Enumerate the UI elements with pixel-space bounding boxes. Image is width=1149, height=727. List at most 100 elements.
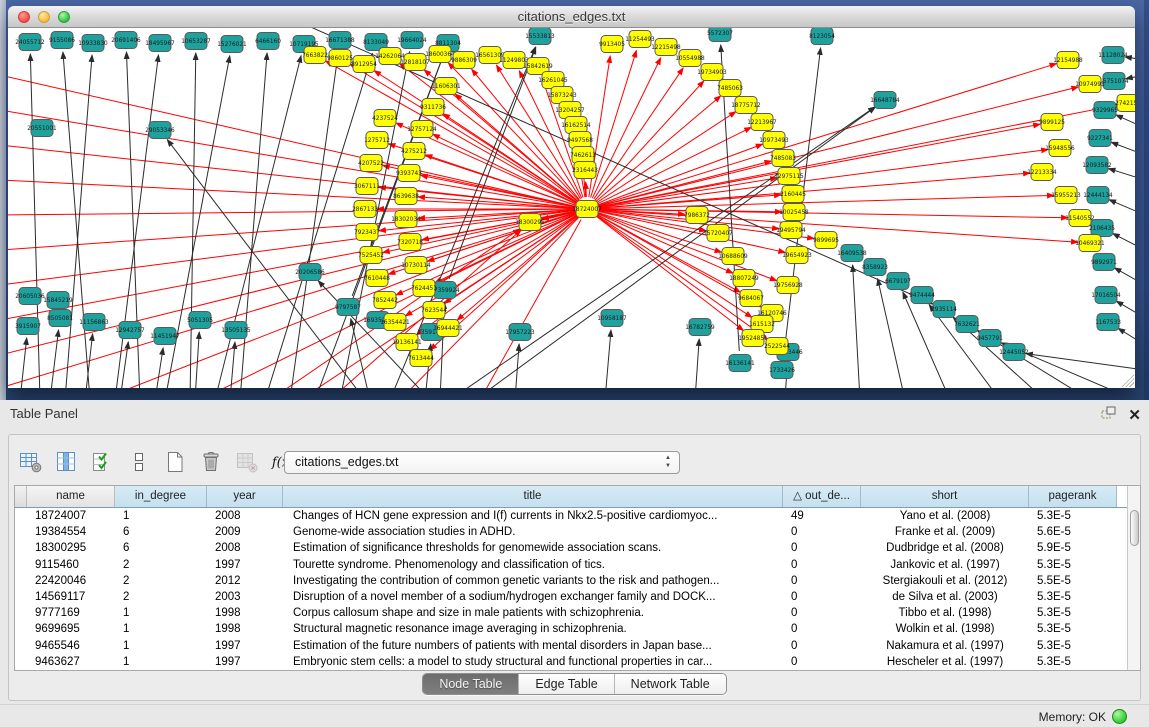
graph-node[interactable]: 15276021: [217, 36, 247, 53]
graph-edge[interactable]: [594, 68, 683, 199]
graph-edge[interactable]: [1108, 169, 1135, 180]
graph-node[interactable]: 5572307: [707, 28, 733, 42]
window-titlebar[interactable]: citations_edges.txt: [8, 6, 1135, 28]
graph-node[interactable]: 9892971: [1091, 254, 1117, 271]
graph-edge[interactable]: [351, 319, 370, 388]
graph-node[interactable]: 7623544: [421, 302, 447, 319]
graph-node[interactable]: 2935114: [931, 301, 957, 318]
graph-edge[interactable]: [30, 54, 40, 388]
tab-network-table[interactable]: Network Table: [615, 674, 726, 694]
table-row[interactable]: 1872400712008Changes of HCN gene express…: [15, 508, 1140, 524]
graph-node[interactable]: 12757124: [407, 121, 437, 138]
graph-edge[interactable]: [450, 107, 875, 388]
graph-node[interactable]: 16136141: [725, 355, 755, 372]
graph-node[interactable]: 16944421: [433, 320, 463, 337]
network-graph-canvas[interactable]: 2405571291550861093383020691406184959671…: [8, 28, 1135, 388]
table-row[interactable]: 1830029562008Estimation of significance …: [15, 540, 1140, 556]
graph-node[interactable]: 12445052: [999, 344, 1029, 361]
graph-edge[interactable]: [155, 348, 163, 388]
graph-node[interactable]: 11606301: [431, 78, 461, 95]
graph-node[interactable]: 10469321: [1075, 235, 1105, 252]
graph-node[interactable]: 18302034: [391, 211, 421, 228]
graph-node[interactable]: 7320718: [397, 234, 423, 251]
graph-node[interactable]: 16261045: [538, 72, 568, 89]
graph-node[interactable]: 13505135: [221, 322, 251, 339]
graph-node[interactable]: 1733426: [769, 362, 795, 379]
graph-node[interactable]: 7624451: [411, 280, 437, 297]
graph-node[interactable]: 10025458: [779, 204, 809, 221]
tab-edge-table[interactable]: Edge Table: [519, 674, 614, 694]
table-row[interactable]: 946362711997Embryonic stem cells: a mode…: [15, 654, 1140, 670]
select-all-columns-icon[interactable]: [90, 449, 116, 475]
graph-node[interactable]: 16409538: [837, 245, 867, 262]
graph-node[interactable]: 7632621: [954, 316, 980, 333]
graph-node[interactable]: 4275212: [401, 143, 427, 160]
table-row[interactable]: 911546021997Tourette syndrome. Phenomeno…: [15, 557, 1140, 573]
graph-node[interactable]: 1167533: [1095, 314, 1121, 331]
graph-node[interactable]: 9311736: [420, 99, 446, 116]
graph-node[interactable]: 8639638: [393, 188, 419, 205]
graph-node[interactable]: 18807249: [729, 270, 759, 287]
graph-edge[interactable]: [596, 96, 721, 201]
resize-grip-icon[interactable]: [1120, 373, 1134, 387]
graph-node[interactable]: 7852442: [372, 292, 398, 309]
column-header-out_de[interactable]: △ out_de...: [783, 486, 861, 507]
import-table-disabled-icon[interactable]: [234, 449, 260, 475]
graph-node[interactable]: 20605036: [15, 288, 45, 305]
graph-node[interactable]: 12093582: [1082, 157, 1112, 174]
graph-node[interactable]: 20206586: [295, 264, 325, 281]
graph-node[interactable]: 15873243: [547, 87, 577, 104]
graph-node[interactable]: 9497568: [567, 132, 593, 149]
graph-node[interactable]: 9457791: [977, 330, 1003, 347]
graph-node[interactable]: 8123054: [809, 28, 835, 45]
graph-node[interactable]: 11156863: [79, 314, 109, 331]
graph-node[interactable]: 15948556: [1045, 140, 1075, 157]
graph-node[interactable]: 18300295: [515, 214, 545, 231]
graph-edge[interactable]: [190, 53, 196, 388]
graph-node[interactable]: 2867133: [352, 201, 378, 218]
graph-node[interactable]: 12444134: [1083, 187, 1113, 204]
graph-node[interactable]: 18775712: [731, 97, 761, 114]
graph-node[interactable]: 2316443: [572, 162, 598, 179]
table-row[interactable]: 1456911722003Disruption of a novel membe…: [15, 589, 1140, 605]
graph-node[interactable]: 8912954: [351, 56, 377, 73]
graph-node[interactable]: 29053346: [145, 122, 175, 139]
graph-edge[interactable]: [1118, 328, 1135, 345]
graph-node[interactable]: 12213334: [1027, 164, 1057, 181]
table-row[interactable]: 2242004622012Investigating the contribut…: [15, 573, 1140, 589]
graph-node[interactable]: 24055712: [15, 34, 45, 51]
graph-node[interactable]: 5051305: [187, 312, 213, 329]
table-row[interactable]: 977716911998Corpus callosum shape and si…: [15, 605, 1140, 621]
graph-node[interactable]: 19654923: [782, 247, 812, 264]
graph-edge[interactable]: [695, 339, 699, 388]
graph-node[interactable]: 11128024: [1098, 47, 1128, 64]
graph-node[interactable]: 7986372: [684, 207, 710, 224]
graph-node[interactable]: 16354421: [380, 314, 410, 331]
graph-node[interactable]: 11451947: [150, 328, 180, 345]
graph-node[interactable]: 2160445: [780, 186, 806, 203]
graph-node[interactable]: 18495967: [145, 35, 175, 52]
graph-node[interactable]: 9797587: [335, 299, 361, 316]
delete-table-icon[interactable]: [198, 449, 224, 475]
graph-edge[interactable]: [270, 229, 520, 388]
graph-edge[interactable]: [591, 50, 637, 197]
graph-edge[interactable]: [853, 265, 860, 388]
graph-node[interactable]: 10730114: [401, 257, 431, 274]
graph-edge[interactable]: [1111, 142, 1135, 155]
graph-edge[interactable]: [595, 81, 704, 200]
column-header-year[interactable]: year: [207, 486, 283, 507]
float-panel-icon[interactable]: [1100, 405, 1118, 426]
graph-node[interactable]: 15533813: [525, 28, 555, 45]
graph-node[interactable]: 3915907: [15, 318, 41, 335]
graph-node[interactable]: 17957223: [505, 324, 535, 341]
graph-node[interactable]: 13204257: [555, 102, 585, 119]
graph-node[interactable]: 12213967: [747, 114, 777, 131]
graph-node[interactable]: 7610448: [364, 270, 390, 287]
graph-edge[interactable]: [1116, 301, 1135, 318]
graph-node[interactable]: 16162514: [561, 117, 591, 134]
column-header-title[interactable]: title: [283, 486, 783, 507]
graph-edge[interactable]: [1109, 200, 1135, 215]
graph-node[interactable]: 9886309: [451, 52, 477, 69]
graph-node[interactable]: 18724007: [572, 201, 602, 218]
create-table-icon[interactable]: [162, 449, 188, 475]
